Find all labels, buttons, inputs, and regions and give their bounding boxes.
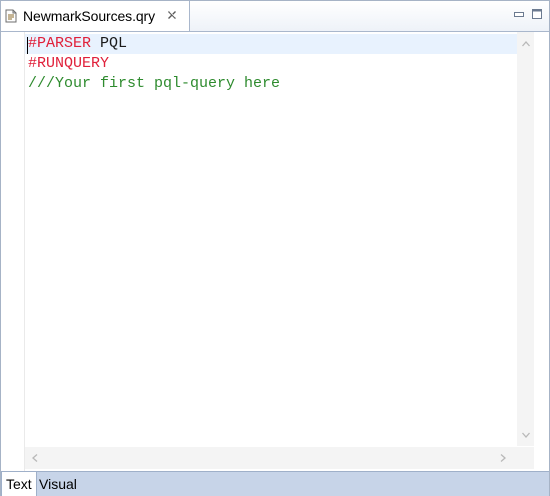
code-line: #RUNQUERY [25, 54, 517, 74]
page-tab-label: Text [6, 476, 32, 492]
code-text-area[interactable]: #PARSER PQL #RUNQUERY///Your first pql-qu… [25, 32, 517, 447]
page-tab-visual[interactable]: Visual [35, 472, 81, 496]
editor-tab[interactable]: NewmarkSources.qry [1, 1, 190, 31]
horizontal-scrollbar[interactable] [25, 447, 517, 469]
line-ruler [2, 32, 25, 472]
code-token-plain: PQL [91, 35, 128, 52]
query-file-icon [5, 9, 17, 23]
code-token-directive: #PARSER [28, 35, 92, 52]
scroll-left-arrow-icon[interactable] [29, 452, 41, 464]
editor-tab-bar: NewmarkSources.qry [1, 1, 549, 32]
scroll-right-arrow-icon[interactable] [497, 452, 509, 464]
scroll-up-arrow-icon[interactable] [520, 38, 532, 50]
editor-tab-title: NewmarkSources.qry [23, 8, 156, 24]
page-tab-bar: Text Visual [1, 471, 549, 496]
code-line: #PARSER PQL [25, 34, 517, 54]
page-tab-text[interactable]: Text [1, 472, 37, 496]
vertical-scrollbar[interactable] [517, 32, 534, 446]
close-icon[interactable] [166, 9, 178, 21]
maximize-icon[interactable] [531, 8, 543, 20]
text-caret [27, 37, 28, 54]
query-editor: NewmarkSources.qry #PARSER PQL #RUNQUERY /… [0, 0, 550, 496]
scroll-corner [517, 447, 534, 469]
page-tab-label: Visual [39, 476, 77, 492]
code-token-comment: ///Your first pql-query here [28, 75, 281, 92]
minimize-icon[interactable] [513, 8, 525, 20]
scroll-down-arrow-icon[interactable] [520, 429, 532, 441]
code-line: ///Your first pql-query here [25, 74, 517, 94]
code-token-directive: #RUNQUERY [28, 55, 110, 72]
